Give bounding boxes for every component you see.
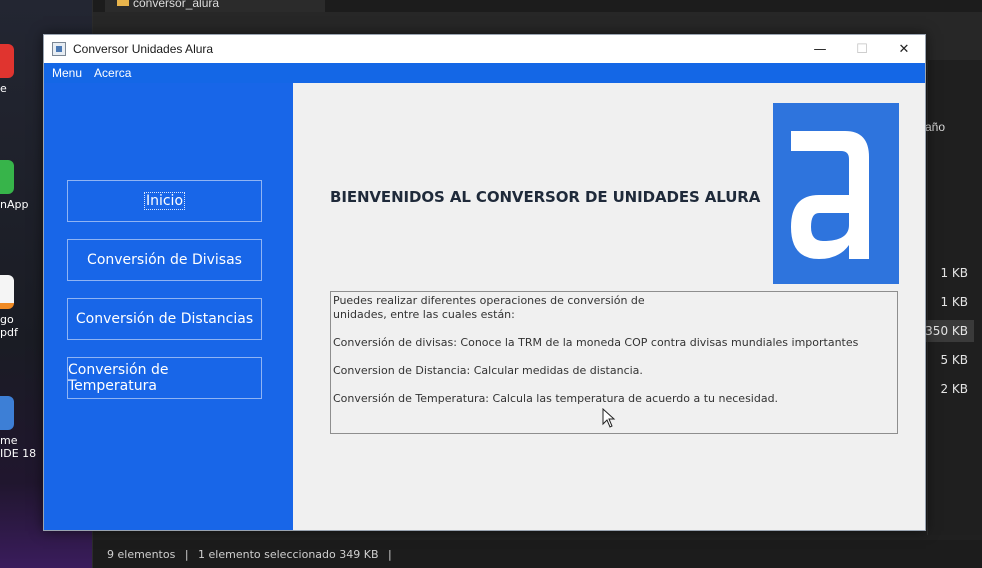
menu-item-menu[interactable]: Menu [44, 66, 82, 80]
main-content: BIENVENIDOS AL CONVERSOR DE UNIDADES ALU… [293, 83, 925, 530]
menu-bar: Menu Acerca [44, 63, 925, 83]
desktop-icon-label: e [0, 82, 7, 95]
status-separator: | [184, 548, 189, 561]
explorer-status-bar: 9 elementos | 1 elemento seleccionado 34… [93, 540, 982, 568]
desktop-icon-label: go pdf [0, 313, 18, 339]
nav-button-temperatura[interactable]: Conversión de Temperatura [67, 357, 262, 399]
nav-button-divisas[interactable]: Conversión de Divisas [67, 239, 262, 281]
close-button[interactable]: ✕ [883, 35, 925, 63]
nav-button-label: Conversión de Divisas [87, 252, 242, 268]
nav-button-inicio[interactable]: Inicio [67, 180, 262, 222]
window-title: Conversor Unidades Alura [73, 42, 214, 56]
folder-icon [117, 0, 129, 6]
alura-logo-mark [791, 131, 869, 259]
explorer-tab-label: conversor_alura [133, 0, 220, 10]
info-line: Conversión de Temperatura: Calcula las t… [333, 392, 779, 405]
page-title: BIENVENIDOS AL CONVERSOR DE UNIDADES ALU… [330, 188, 761, 206]
status-separator: | [388, 548, 392, 561]
file-size-cell[interactable]: 1 KB [940, 295, 968, 309]
status-selection: 1 elemento seleccionado 349 KB [198, 548, 379, 561]
menu-item-acerca[interactable]: Acerca [86, 66, 131, 80]
desktop-icon-app[interactable]: nApp [0, 160, 40, 211]
file-size-cell[interactable]: 5 KB [940, 353, 968, 367]
nav-button-label: Conversión de Distancias [75, 311, 254, 327]
android-icon [0, 160, 14, 194]
java-app-icon [52, 42, 66, 56]
alura-logo [773, 103, 899, 284]
file-size-cell[interactable]: 1 KB [940, 266, 968, 280]
nav-button-distancias[interactable]: Conversión de Distancias [67, 298, 262, 340]
navigation-sidebar: Inicio Conversión de Divisas Conversión … [44, 83, 293, 530]
browser-icon [0, 44, 14, 78]
info-line: unidades, entre las cuales están: [333, 308, 515, 321]
info-line: Conversion de Distancia: Calcular medida… [333, 364, 643, 377]
desktop-icon-browser[interactable]: e [0, 44, 40, 95]
explorer-tab[interactable]: conversor_alura [105, 0, 325, 12]
desktop-icon-ide[interactable]: me IDE 18 [0, 396, 40, 460]
converter-app-window: Conversor Unidades Alura — ☐ ✕ Menu Acer… [43, 34, 926, 531]
minimize-button[interactable]: — [799, 35, 841, 63]
info-line: Conversión de divisas: Conoce la TRM de … [333, 336, 859, 349]
desktop-icon-label: nApp [0, 198, 29, 211]
pdf-icon [0, 275, 14, 309]
status-item-count: 9 elementos [107, 548, 176, 561]
title-bar[interactable]: Conversor Unidades Alura — ☐ ✕ [44, 35, 925, 63]
text-cursor-icon [602, 408, 616, 428]
nav-button-label: Conversión de Temperatura [68, 362, 169, 394]
column-header-size[interactable]: año [925, 120, 945, 134]
window-controls: — ☐ ✕ [799, 35, 925, 63]
desktop-icon-pdf[interactable]: go pdf [0, 275, 40, 339]
nav-button-label: Inicio [143, 192, 186, 210]
info-line: Puedes realizar diferentes operaciones d… [333, 294, 645, 307]
file-size-cell[interactable]: 2 KB [940, 382, 968, 396]
ide-icon [0, 396, 14, 430]
maximize-button[interactable]: ☐ [841, 35, 883, 63]
desktop-icon-label: me IDE 18 [0, 434, 37, 460]
